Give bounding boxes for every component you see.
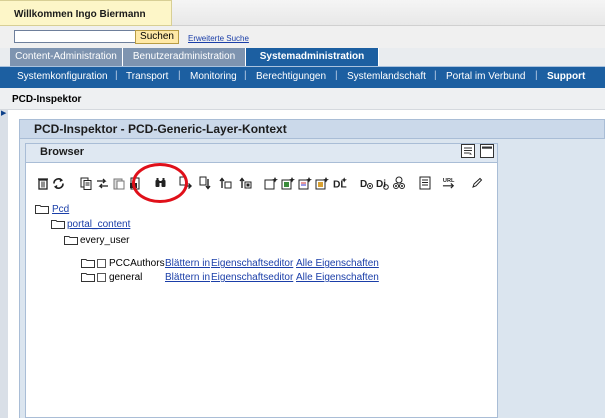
advanced-search-link[interactable]: Erweiterte Suche [188, 34, 249, 43]
move-icon[interactable] [95, 176, 109, 190]
subnav-separator: | [535, 70, 538, 81]
tree-node-portal-content[interactable]: portal_content [67, 219, 130, 230]
panel-options-button[interactable] [461, 144, 475, 158]
browser-body [25, 163, 498, 418]
browse-in-link[interactable]: Blättern in [165, 272, 210, 283]
delta-link-icon[interactable]: DL [333, 176, 347, 190]
new-role-icon[interactable] [315, 176, 329, 190]
subnav-transport[interactable]: Transport [126, 71, 168, 82]
export-icon[interactable] [128, 176, 142, 190]
svg-text:D: D [360, 179, 367, 190]
expand-arrow-icon[interactable]: ▶ [1, 109, 6, 117]
welcome-text: Willkommen Ingo Biermann [14, 9, 146, 20]
folder-icon [51, 220, 65, 229]
select-checkbox[interactable] [97, 273, 106, 282]
svg-text:URL: URL [443, 178, 455, 184]
main-panel-title: PCD-Inspektor - PCD-Generic-Layer-Kontex… [34, 122, 287, 136]
page-title: PCD-Inspektor [12, 94, 82, 105]
tree-node-pcd[interactable]: Pcd [52, 204, 69, 215]
layer-icon[interactable] [178, 176, 192, 190]
folder-icon [81, 273, 95, 282]
all-properties-link[interactable]: Alle Eigenschaften [296, 272, 379, 283]
property-editor-link[interactable]: Eigenschaftseditor [211, 272, 293, 283]
panel-minimize-button[interactable] [480, 144, 494, 158]
search-input[interactable] [14, 30, 136, 43]
tree-node-every-user: every_user [80, 235, 130, 246]
view-delta-icon[interactable]: Di [376, 176, 390, 190]
tree-item-name: general [109, 272, 143, 283]
subnav-system-landscape[interactable]: Systemlandschaft [347, 71, 426, 82]
url-link-icon[interactable]: URL [442, 176, 456, 190]
new-page-icon[interactable] [298, 176, 312, 190]
header-band [172, 0, 605, 26]
select-checkbox[interactable] [97, 259, 106, 268]
properties-icon[interactable] [418, 176, 432, 190]
new-iview-icon[interactable] [281, 176, 295, 190]
browse-in-link[interactable]: Blättern in [165, 258, 210, 269]
subnav-separator: | [178, 70, 181, 81]
view-icon[interactable]: D [360, 176, 374, 190]
subnav-federated-portal[interactable]: Portal im Verbund [446, 71, 526, 82]
subnav-separator: | [335, 70, 338, 81]
edit-pencil-icon[interactable] [470, 176, 484, 190]
layer-down-icon[interactable] [198, 176, 212, 190]
layer-up-icon[interactable] [218, 176, 232, 190]
layer-top-icon[interactable] [238, 176, 252, 190]
subnav-separator: | [115, 70, 118, 81]
browser-panel-header [25, 143, 498, 163]
list-icon [464, 147, 472, 155]
subnav-system-configuration[interactable]: Systemkonfiguration [17, 71, 108, 82]
folder-icon [35, 205, 49, 214]
subnav-permissions[interactable]: Berechtigungen [256, 71, 326, 82]
folder-icon [81, 259, 95, 268]
property-editor-link[interactable]: Eigenschaftseditor [211, 258, 293, 269]
subnav-monitoring[interactable]: Monitoring [190, 71, 237, 82]
delete-icon[interactable] [36, 176, 50, 190]
folder-icon [64, 236, 78, 245]
tab-system-administration[interactable]: Systemadministration [246, 48, 379, 66]
tab-user-administration[interactable]: Benutzeradministration [123, 48, 246, 66]
all-properties-link[interactable]: Alle Eigenschaften [296, 258, 379, 269]
browser-title: Browser [40, 146, 85, 158]
page-title-bar [0, 88, 605, 110]
tree-item-name: PCCAuthors [109, 258, 165, 269]
preview-icon[interactable] [392, 176, 406, 190]
navigation-panel-strip [0, 110, 8, 418]
new-object-icon[interactable] [264, 176, 278, 190]
subnav-separator: | [434, 70, 437, 81]
subnav-separator: | [244, 70, 247, 81]
refresh-icon[interactable] [51, 176, 65, 190]
subnav-support[interactable]: Support [547, 71, 585, 82]
paste-icon[interactable] [112, 176, 126, 190]
minimize-icon [482, 146, 492, 149]
copy-icon[interactable] [79, 176, 93, 190]
search-button[interactable]: Suchen [135, 30, 179, 44]
find-icon[interactable] [153, 176, 167, 190]
tab-content-administration[interactable]: Content-Administration [10, 48, 123, 66]
